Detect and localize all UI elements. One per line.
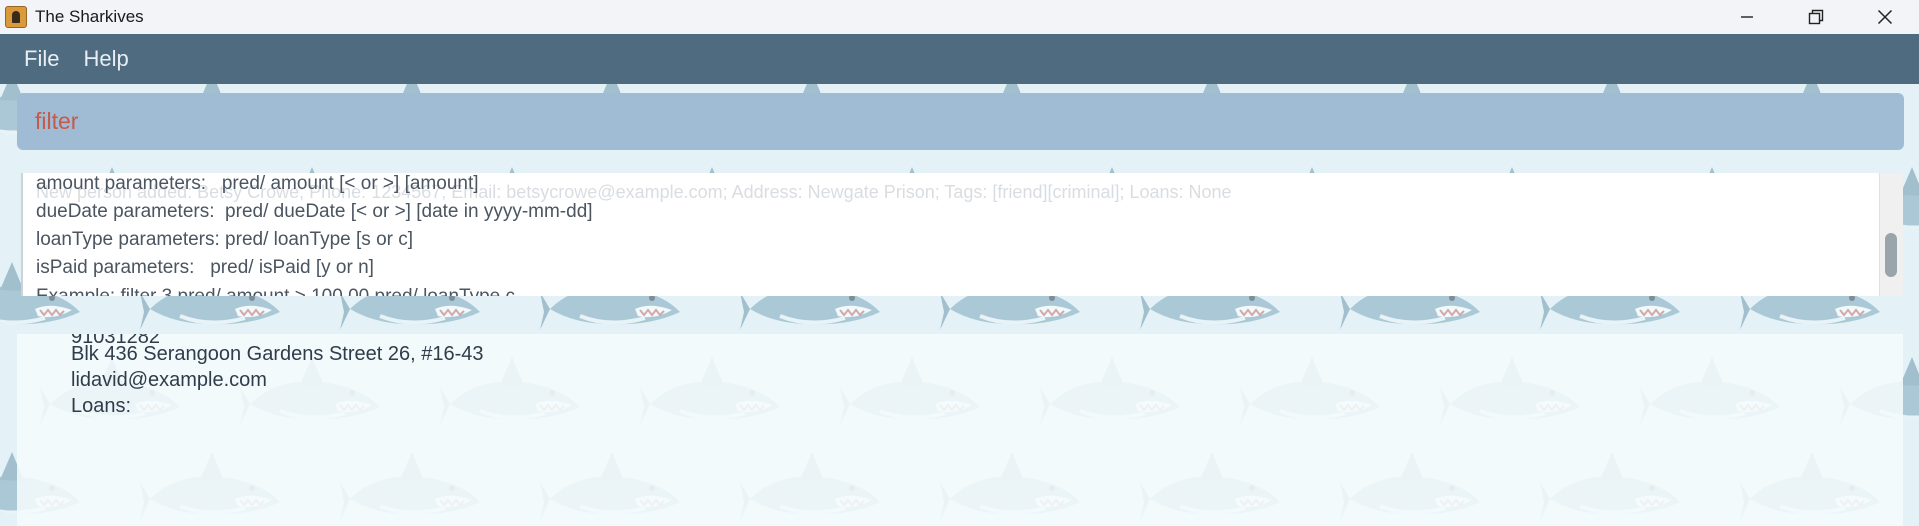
close-icon: [1877, 9, 1892, 25]
minimize-button[interactable]: [1712, 0, 1781, 34]
result-line-amount: amount parameters: pred/ amount [< or >]…: [36, 173, 479, 194]
person-email: lidavid@example.com: [71, 369, 267, 391]
menu-help[interactable]: Help: [71, 46, 140, 72]
person-list-panel[interactable]: 91031282 Blk 436 Serangoon Gardens Stree…: [17, 334, 1879, 526]
command-input[interactable]: [33, 107, 1837, 136]
person-list-scrollbar[interactable]: [1879, 334, 1903, 526]
person-address: Blk 436 Serangoon Gardens Street 26, #16…: [71, 343, 484, 365]
restore-button[interactable]: [1781, 0, 1850, 34]
result-line-ispaid: isPaid parameters: pred/ isPaid [y or n]: [36, 257, 374, 278]
result-line-duedate: dueDate parameters: pred/ dueDate [< or …: [36, 201, 593, 222]
restore-icon: [1808, 9, 1823, 25]
result-scrollbar-thumb[interactable]: [1885, 233, 1897, 277]
result-line-loantype: loanType parameters: pred/ loanType [s o…: [36, 229, 414, 250]
person-loans-label: Loans:: [71, 395, 132, 417]
result-line-example: Example: filter 3 pred/ amount > 100.00 …: [36, 286, 515, 296]
command-box: [17, 93, 1904, 150]
app-icon: [5, 6, 27, 28]
minimize-icon: [1740, 16, 1753, 18]
title-bar: The Sharkives: [0, 0, 1919, 34]
result-scrollbar[interactable]: [1879, 173, 1903, 296]
result-display[interactable]: New person added: Betsy Crowe; Phone: 12…: [21, 173, 1901, 296]
close-button[interactable]: [1850, 0, 1919, 34]
window-controls: [1712, 0, 1919, 34]
window-title: The Sharkives: [35, 7, 144, 26]
menu-bar: File Help: [0, 34, 1919, 84]
menu-file[interactable]: File: [12, 46, 71, 72]
